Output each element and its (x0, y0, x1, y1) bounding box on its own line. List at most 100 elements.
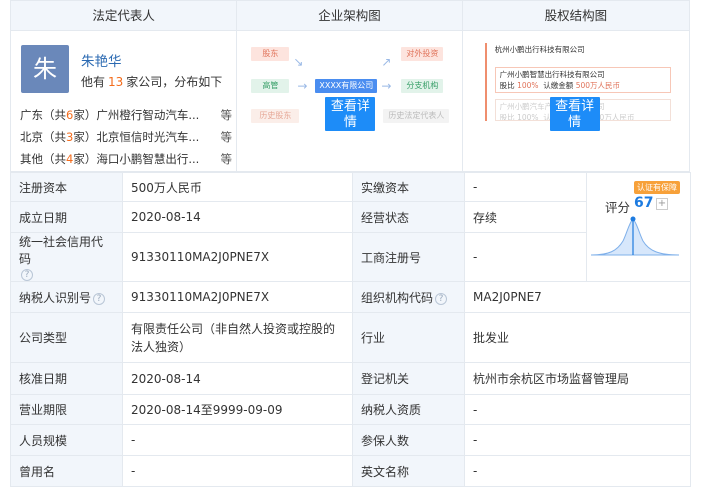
reg-authority-label: 登记机关 (352, 362, 465, 395)
org-node-branch: 分支机构 (401, 79, 444, 93)
table-row: 人员规模 - 参保人数 - (10, 424, 691, 456)
region-unit: 家） (73, 152, 97, 166)
org-chart-column: 企业架构图 股东 高管 历史股东 ↘ → XXXX有限公司 ↗ → 对外投资 分… (237, 1, 463, 171)
region-item-guangdong[interactable]: 广东（共 6 家） 广州橙行智动汽车... 等 (20, 104, 232, 126)
region-count: 3 (66, 130, 74, 144)
avatar[interactable]: 朱 (21, 45, 69, 93)
former-name-value: - (122, 455, 353, 487)
staff-value: - (122, 424, 353, 456)
arrow-icon: ↗ (381, 55, 392, 69)
company-type-value: 有限责任公司（非自然人投资或控股的法人独资） (122, 312, 353, 363)
table-row: 注册资本 500万人民币 实缴资本 - 认证有保障 评分 67 + (10, 172, 691, 282)
industry-value: 批发业 (464, 312, 691, 363)
ratio-value: 100% (517, 113, 539, 121)
org-node-executive: 高管 (251, 79, 290, 93)
region-count: 4 (66, 152, 74, 166)
taxpayer-qual-label: 纳税人资质 (352, 394, 465, 425)
score-value[interactable]: 67 (634, 195, 653, 211)
plus-icon[interactable]: + (656, 198, 668, 210)
legal-rep-body: 朱 朱艳华 他有 13 家公司，分布如下 广东（共 6 家） 广州橙行智动汽车... 等 北… (11, 31, 236, 172)
org-node-center: XXXX有限公司 (315, 79, 378, 93)
legal-rep-header: 法定代表人 (11, 1, 237, 31)
score-marker-dot (630, 216, 636, 222)
table-row: 曾用名 - 英文名称 - (10, 455, 691, 487)
region-unit: 家） (73, 108, 97, 122)
registered-capital-value: 500万人民币 (122, 172, 353, 202)
region-item-other[interactable]: 其他（共 4 家） 海口小鹏智慧出行... 等 (20, 148, 232, 170)
score-badge: 认证有保障 (634, 181, 680, 194)
amount-label: 认缴金额 (543, 81, 574, 90)
credit-code-label: 统一社会信用代码? (10, 232, 123, 282)
arrow-icon: ↘ (293, 55, 304, 69)
help-icon[interactable]: ? (93, 292, 106, 305)
equity-root: 杭州小鹏出行科技有限公司 (490, 43, 673, 58)
equity-node-detail: 股比 100% 认缴金额 500万人民币 (500, 80, 666, 91)
summary-suffix: 家公司，分布如下 (126, 75, 223, 89)
legal-rep-name[interactable]: 朱艳华 (81, 50, 122, 70)
org-code-label-text: 组织机构代码 (361, 290, 434, 305)
company-type-label: 公司类型 (10, 312, 123, 363)
help-icon[interactable]: ? (435, 292, 448, 305)
biz-term-label: 营业期限 (10, 394, 123, 425)
taxpayer-qual-value: - (464, 394, 691, 425)
registered-capital-label: 注册资本 (10, 172, 123, 202)
org-node-shareholder: 股东 (251, 47, 290, 61)
founded-label: 成立日期 (10, 201, 123, 233)
industry-label: 行业 (352, 312, 465, 363)
equity-node-name: 广州小鹏智慧出行科技有限公司 (499, 70, 605, 79)
biz-reg-value: - (464, 232, 587, 282)
org-node-history-shareholder: 历史股东 (251, 109, 300, 123)
amount-value: 500万人民币 (575, 81, 621, 90)
score-curve (590, 218, 680, 256)
founded-value: 2020-08-14 (122, 201, 353, 233)
company-count[interactable]: 13 (105, 75, 126, 89)
equity-node: 广州小鹏智慧出行科技有限公司 股比 100% 认缴金额 500万人民币 (494, 67, 671, 93)
equity-root-name: 杭州小鹏出行科技有限公司 (494, 45, 585, 54)
ratio-label: 股比 (499, 113, 515, 121)
table-row: 公司类型 有限责任公司（非自然人投资或控股的法人独资） 行业 批发业 (10, 312, 691, 363)
company-info-table: 注册资本 500万人民币 实缴资本 - 认证有保障 评分 67 + 成立日期 2… (10, 172, 691, 487)
taxpayer-id-value: 91330110MA2J0PNE7X (122, 281, 353, 313)
insured-value: - (464, 424, 691, 456)
biz-term-value: 2020-08-14至9999-09-09 (122, 394, 353, 425)
taxpayer-id-label: 纳税人识别号? (10, 281, 123, 313)
table-row: 核准日期 2020-08-14 登记机关 杭州市余杭区市场监督管理局 (10, 362, 691, 395)
region-more[interactable]: 等 (221, 126, 233, 148)
legal-rep-summary: 他有 13 家公司，分布如下 (81, 73, 222, 90)
region-more[interactable]: 等 (221, 104, 233, 126)
score-panel[interactable]: 认证有保障 评分 67 + (586, 172, 691, 282)
org-chart-header: 企业架构图 (237, 1, 462, 31)
score-wrap: 认证有保障 评分 67 + (587, 173, 690, 281)
org-code-value: MA2J0PNE7 (464, 281, 691, 313)
staff-label: 人员规模 (10, 424, 123, 456)
org-node-history-rep: 历史法定代表人 (383, 109, 450, 123)
ratio-label: 股比 (499, 81, 515, 90)
region-item-beijing[interactable]: 北京（共 3 家） 北京恒信时光汽车... 等 (20, 126, 232, 148)
credit-code-label-text: 统一社会信用代码 (19, 235, 104, 266)
equity-line (484, 43, 487, 121)
help-icon[interactable]: ? (21, 269, 33, 281)
equity-chart-header: 股权结构图 (462, 1, 689, 31)
region-company-link[interactable]: 广州橙行智动汽车... (96, 104, 200, 126)
table-row: 营业期限 2020-08-14至9999-09-09 纳税人资质 - (10, 394, 691, 425)
equity-chart-view-button[interactable]: 查看详情 (549, 97, 600, 131)
region-unit: 家） (73, 130, 97, 144)
english-name-value: - (464, 455, 691, 487)
approval-date-value: 2020-08-14 (122, 362, 353, 395)
arrow-icon: → (381, 79, 392, 93)
legal-rep-column: 法定代表人 朱 朱艳华 他有 13 家公司，分布如下 广东（共 6 家） 广州橙行智动汽车… (11, 1, 238, 172)
credit-code-value: 91330110MA2J0PNE7X (122, 232, 353, 282)
org-code-label: 组织机构代码? (352, 281, 465, 313)
region-label: 其他（共 (20, 152, 66, 166)
region-company-link[interactable]: 北京恒信时光汽车... (96, 126, 200, 148)
region-more[interactable]: 等 (221, 148, 233, 170)
taxpayer-id-label-text: 纳税人识别号 (19, 290, 92, 305)
paid-capital-value: - (464, 172, 587, 202)
org-chart-view-button[interactable]: 查看详情 (325, 97, 376, 131)
region-company-link[interactable]: 海口小鹏智慧出行... (96, 148, 200, 170)
biz-reg-label: 工商注册号 (352, 232, 465, 282)
org-node-investment: 对外投资 (401, 47, 444, 61)
table-row: 纳税人识别号? 91330110MA2J0PNE7X 组织机构代码? MA2J0… (10, 281, 691, 313)
summary-prefix: 他有 (81, 75, 106, 89)
score-distribution-chart (590, 216, 680, 256)
